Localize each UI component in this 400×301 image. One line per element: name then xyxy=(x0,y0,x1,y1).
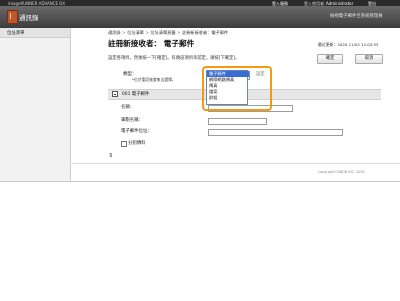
email-address-label: 電子郵件位址： xyxy=(121,129,152,134)
breadcrumb-item[interactable]: 通訊錄 xyxy=(108,30,121,35)
email-address-field[interactable] xyxy=(208,129,343,136)
breadcrumb-separator: > xyxy=(122,30,126,35)
name-label: 名稱： xyxy=(121,105,135,110)
sidebar xyxy=(0,28,71,181)
breadcrumb-separator: > xyxy=(145,30,149,35)
page-bottom-border xyxy=(0,181,400,182)
breadcrumb-item[interactable]: 位址清單 xyxy=(127,30,144,35)
cancel-button[interactable]: 取消 xyxy=(355,54,383,64)
scroll-to-top-icon[interactable]: ⊼ xyxy=(109,154,113,159)
breadcrumb: 通訊錄 > 位址清單 > 位址清單頁籤 > 註冊新接收者：電子郵件 xyxy=(108,30,228,36)
breadcrumb-item[interactable]: 位址清單頁籤 xyxy=(150,30,175,35)
breadcrumb-separator: > xyxy=(177,30,181,35)
furigana-field[interactable] xyxy=(208,118,267,125)
section-title: 001 電子郵件 xyxy=(122,92,150,97)
email-to-admin-link[interactable]: 檢視電子郵件至系統管理員 xyxy=(330,13,383,19)
collapse-icon[interactable] xyxy=(112,91,118,97)
sidebar-item-address-list[interactable]: 位址清單 xyxy=(0,28,70,38)
split-data-checkbox[interactable] xyxy=(121,141,127,147)
page-title: 註冊新接收者： 電子郵件 xyxy=(108,39,195,48)
split-data-label: 分割傳料 xyxy=(128,141,146,146)
address-book-icon xyxy=(7,10,18,24)
copyright-text: Copyright CANON INC. 2020 xyxy=(318,170,365,174)
login-user-name: Administrator xyxy=(326,0,354,6)
last-updated-timestamp: 最近更新：2020 11/02 12:03:55 xyxy=(318,42,379,47)
divider xyxy=(70,163,400,164)
instructions-text: 設定各項目，然後按一下[確定]。有頭皮項目幸認定，請按[下確定]。 xyxy=(108,56,240,61)
app-title: 通訊錄 xyxy=(19,14,39,22)
breadcrumb-current: 註冊新接收者：電子郵件 xyxy=(182,30,229,35)
ok-button[interactable]: 確定 xyxy=(317,54,343,64)
callout-highlight xyxy=(202,66,272,111)
type-note: *位於重設後會無法選擇。 xyxy=(132,77,176,82)
sidebar-item-label: 位址清單 xyxy=(7,31,25,36)
device-model-text: imageRUNNER ADVANCE DX xyxy=(8,0,66,6)
furigana-label: 筆劃名稱： xyxy=(121,118,143,123)
